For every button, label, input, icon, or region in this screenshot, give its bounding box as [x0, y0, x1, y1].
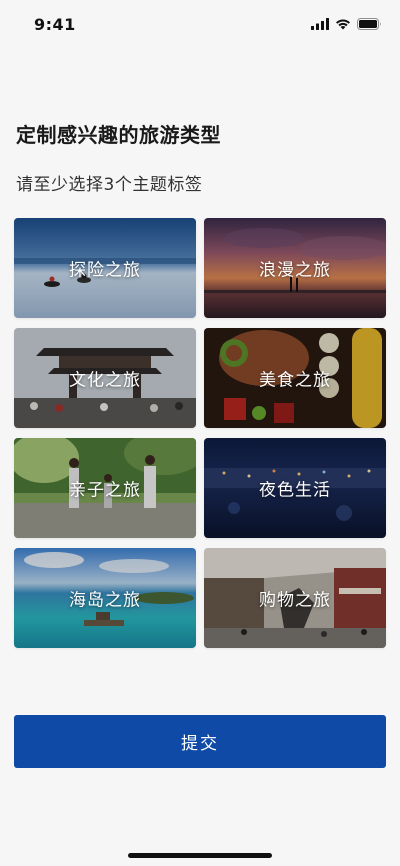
submit-button[interactable]: 提交 — [14, 715, 386, 768]
cellular-signal-icon — [311, 18, 329, 30]
topic-label: 文化之旅 — [69, 370, 141, 391]
topic-label: 购物之旅 — [259, 590, 331, 611]
topic-card-family[interactable]: 亲子之旅 — [14, 438, 196, 538]
status-bar: 9:41 — [0, 0, 400, 50]
topic-card-culture[interactable]: 文化之旅 — [14, 328, 196, 428]
topic-card-romantic[interactable]: 浪漫之旅 — [204, 218, 386, 318]
topic-card-island[interactable]: 海岛之旅 — [14, 548, 196, 648]
status-icons — [311, 17, 382, 31]
battery-icon — [357, 18, 382, 30]
topic-card-shopping[interactable]: 购物之旅 — [204, 548, 386, 648]
topic-card-adventure[interactable]: 探险之旅 — [14, 218, 196, 318]
home-indicator — [128, 853, 272, 858]
page-title: 定制感兴趣的旅游类型 — [16, 123, 221, 147]
topic-card-nightlife[interactable]: 夜色生活 — [204, 438, 386, 538]
wifi-icon — [335, 18, 351, 30]
page-subtitle: 请至少选择3个主题标签 — [16, 175, 203, 195]
topic-label: 探险之旅 — [69, 260, 141, 281]
topic-label: 浪漫之旅 — [259, 260, 331, 281]
topic-label: 美食之旅 — [259, 370, 331, 391]
status-time: 9:41 — [34, 15, 76, 34]
topic-card-food[interactable]: 美食之旅 — [204, 328, 386, 428]
topic-label: 夜色生活 — [259, 480, 331, 501]
topic-label: 亲子之旅 — [69, 480, 141, 501]
topic-label: 海岛之旅 — [69, 590, 141, 611]
